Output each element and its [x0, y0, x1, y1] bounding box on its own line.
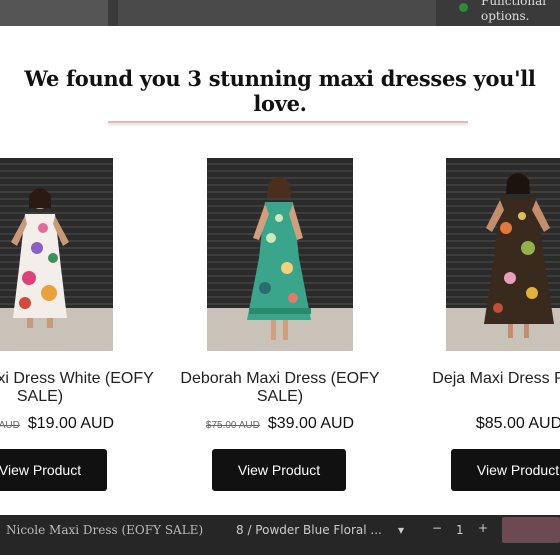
- sticky-product-name: Nicole Maxi Dress (EOFY SALE): [6, 523, 204, 537]
- recommendation-modal: We found you 3 stunning maxi dresses you…: [0, 26, 560, 515]
- sale-price: $85.00 AUD: [475, 415, 560, 432]
- product-image[interactable]: [0, 158, 113, 351]
- quantity-minus-button[interactable]: −: [432, 521, 442, 535]
- check-icon: [459, 3, 468, 12]
- view-product-button[interactable]: View Product: [451, 449, 560, 491]
- product-price: $55.00 AUD $19.00 AUD: [0, 415, 160, 433]
- sale-price: $39.00 AUD: [267, 415, 355, 432]
- chevron-down-icon[interactable]: ▾: [398, 523, 404, 537]
- old-price: $55.00 AUD: [0, 420, 20, 431]
- divider: [108, 121, 468, 123]
- product-price: $75.00 AUD $39.00 AUD: [160, 415, 400, 433]
- product-title[interactable]: Deja Maxi Dress Paisley: [399, 370, 560, 388]
- view-product-button[interactable]: View Product: [0, 449, 107, 491]
- quantity-value[interactable]: 1: [456, 523, 464, 537]
- background-image: [0, 0, 108, 26]
- sticky-add-to-cart-bar: Nicole Maxi Dress (EOFY SALE) 8 / Powder…: [0, 515, 560, 555]
- old-price: $75.00 AUD: [205, 420, 260, 431]
- product-title[interactable]: Nicole Maxi Dress White (EOFY SALE): [0, 370, 160, 406]
- product-title[interactable]: Deborah Maxi Dress (EOFY SALE): [160, 370, 400, 406]
- sale-price: $19.00 AUD: [27, 415, 115, 432]
- product-image[interactable]: [207, 158, 353, 351]
- functional-notice: Functional options.: [455, 0, 560, 26]
- background-image: [118, 0, 436, 26]
- add-to-cart-button[interactable]: [502, 517, 560, 543]
- background-header: Functional options.: [0, 0, 560, 26]
- modal-headline: We found you 3 stunning maxi dresses you…: [24, 66, 536, 116]
- variant-select[interactable]: 8 / Powder Blue Floral ...: [236, 523, 382, 537]
- product-image[interactable]: [446, 158, 560, 351]
- product-price: $85.00 AUD: [399, 415, 560, 433]
- view-product-button[interactable]: View Product: [212, 449, 346, 491]
- quantity-plus-button[interactable]: +: [478, 521, 488, 535]
